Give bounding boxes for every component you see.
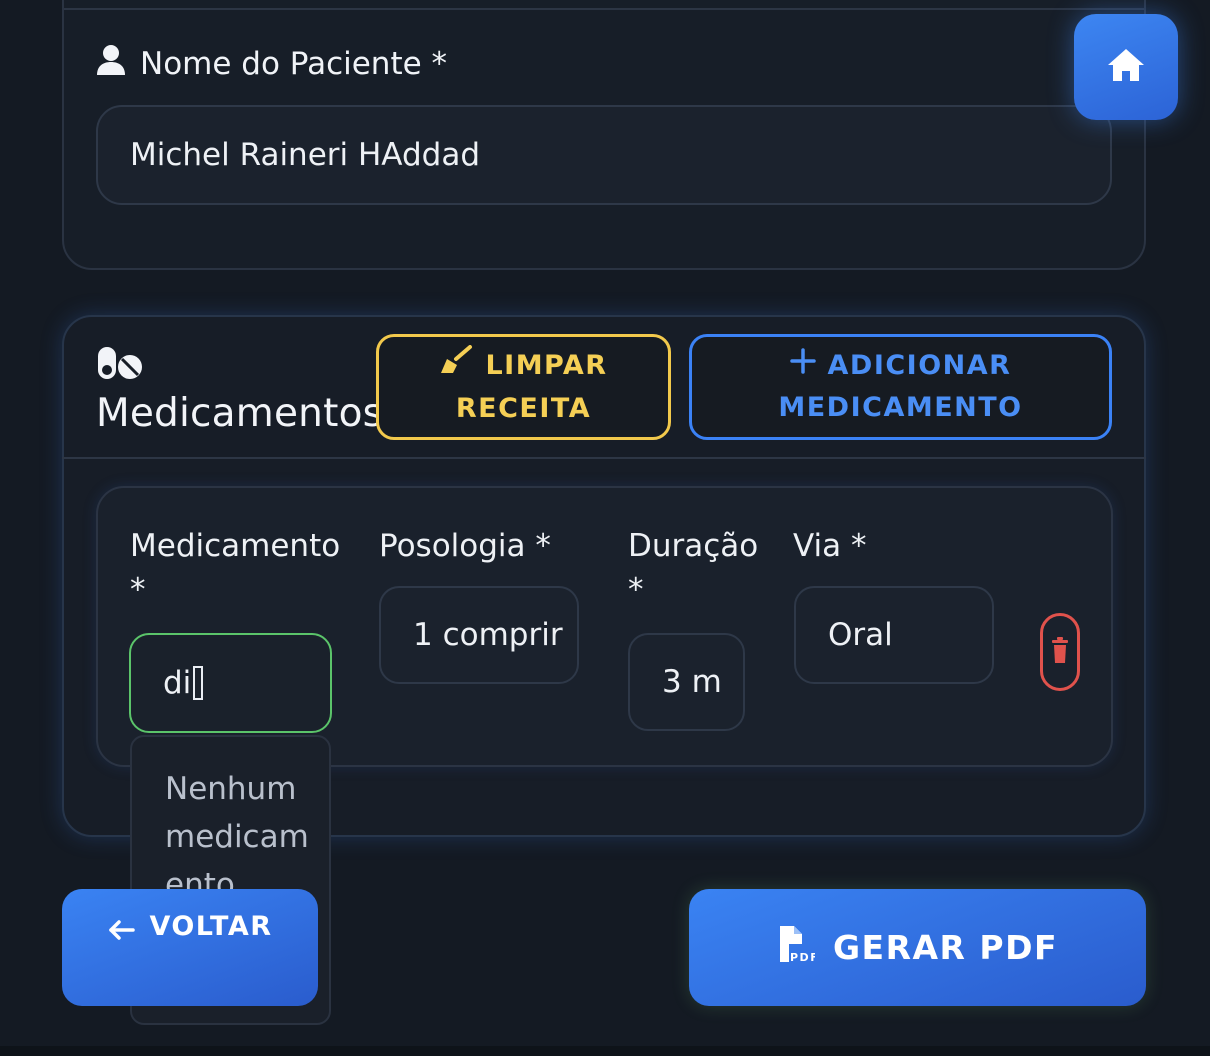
- posology-label: Posologia *: [379, 528, 551, 564]
- back-button[interactable]: VOLTAR: [62, 889, 318, 1006]
- generate-pdf-label: GERAR PDF: [832, 928, 1059, 967]
- posology-input-value: 1 comprir: [413, 617, 563, 653]
- patient-name-input[interactable]: Michel Raineri HAddad: [96, 105, 1112, 205]
- prescription-page: Nome do Paciente * Michel Raineri HAddad…: [0, 0, 1210, 1056]
- duration-required-mark: *: [628, 572, 644, 608]
- route-input-value: Oral: [828, 617, 893, 653]
- delete-medication-button[interactable]: [1040, 613, 1080, 691]
- add-label-line1: ADICIONAR: [827, 350, 1012, 381]
- medications-title: Medicamentos: [96, 391, 384, 436]
- medication-label: Medicamento: [130, 528, 341, 564]
- back-label: VOLTAR: [149, 911, 273, 942]
- medication-input[interactable]: di: [129, 633, 332, 733]
- generate-pdf-button[interactable]: PDF GERAR PDF: [689, 889, 1146, 1006]
- route-input[interactable]: Oral: [794, 586, 994, 684]
- patient-name-label-row: Nome do Paciente *: [96, 44, 447, 84]
- no-results-line1: Nenhum: [165, 771, 297, 807]
- clear-label-line1: LIMPAR: [485, 350, 608, 381]
- medication-input-value: di: [163, 665, 192, 701]
- pdf-file-icon: PDF: [777, 924, 818, 972]
- patient-name-label: Nome do Paciente *: [140, 46, 448, 82]
- add-medication-button[interactable]: ADICIONAR MEDICAMENTO: [689, 334, 1112, 440]
- medications-header-divider: [62, 457, 1146, 459]
- duration-input-value: 3 m: [662, 664, 722, 700]
- medication-column-label: Medicamento *: [130, 524, 340, 612]
- pills-icon: [96, 347, 144, 385]
- trash-icon: [1051, 636, 1069, 668]
- svg-text:PDF: PDF: [790, 951, 815, 964]
- bottom-edge: [0, 1046, 1210, 1056]
- route-label: Via *: [793, 528, 867, 564]
- posology-input[interactable]: 1 comprir: [379, 586, 579, 684]
- home-icon: [1105, 46, 1147, 88]
- home-button[interactable]: [1074, 14, 1178, 120]
- medications-title-block: Medicamentos: [96, 345, 383, 436]
- no-results-line2: medicam: [165, 819, 309, 855]
- broom-icon: [439, 344, 473, 388]
- user-icon: [96, 44, 126, 84]
- add-label-line2: MEDICAMENTO: [778, 392, 1023, 423]
- duration-label: Duração: [628, 528, 759, 564]
- arrow-left-icon: [107, 917, 136, 1006]
- text-cursor: [193, 666, 204, 700]
- duration-column-label: Duração *: [628, 524, 758, 612]
- plus-icon: [789, 345, 816, 387]
- duration-input[interactable]: 3 m: [628, 633, 745, 731]
- clear-prescription-button[interactable]: LIMPAR RECEITA: [376, 334, 671, 440]
- clear-label-line2: RECEITA: [455, 392, 592, 424]
- patient-name-value: Michel Raineri HAddad: [130, 137, 480, 173]
- medication-required-mark: *: [130, 572, 146, 608]
- card-divider: [64, 8, 1144, 10]
